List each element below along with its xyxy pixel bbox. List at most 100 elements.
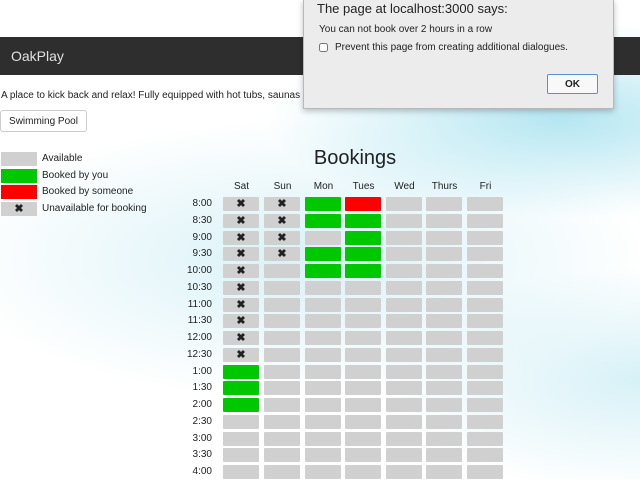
slot-available[interactable] (467, 281, 503, 295)
slot-available[interactable] (426, 365, 462, 379)
slot-available[interactable] (345, 314, 381, 328)
slot-booked-by-you[interactable] (223, 398, 259, 412)
slot-available[interactable] (386, 231, 422, 245)
slot-available[interactable] (305, 381, 341, 395)
slot-unavailable[interactable]: ✖ (264, 197, 300, 211)
slot-unavailable[interactable]: ✖ (223, 231, 259, 245)
slot-available[interactable] (426, 415, 462, 429)
slot-available[interactable] (386, 415, 422, 429)
slot-available[interactable] (305, 365, 341, 379)
slot-available[interactable] (264, 432, 300, 446)
slot-available[interactable] (467, 381, 503, 395)
slot-available[interactable] (426, 264, 462, 278)
slot-available[interactable] (386, 432, 422, 446)
slot-available[interactable] (264, 398, 300, 412)
slot-available[interactable] (305, 398, 341, 412)
slot-available[interactable] (386, 314, 422, 328)
slot-available[interactable] (345, 298, 381, 312)
slot-available[interactable] (426, 348, 462, 362)
slot-available[interactable] (426, 281, 462, 295)
slot-booked-by-you[interactable] (345, 231, 381, 245)
slot-booked-by-you[interactable] (223, 365, 259, 379)
slot-available[interactable] (426, 432, 462, 446)
slot-available[interactable] (264, 348, 300, 362)
slot-available[interactable] (467, 197, 503, 211)
slot-available[interactable] (264, 381, 300, 395)
slot-available[interactable] (467, 331, 503, 345)
slot-available[interactable] (426, 214, 462, 228)
slot-available[interactable] (345, 331, 381, 345)
slot-booked-by-you[interactable] (345, 264, 381, 278)
slot-available[interactable] (264, 465, 300, 479)
slot-available[interactable] (305, 298, 341, 312)
slot-available[interactable] (386, 465, 422, 479)
slot-unavailable[interactable]: ✖ (223, 298, 259, 312)
slot-available[interactable] (386, 298, 422, 312)
slot-available[interactable] (305, 281, 341, 295)
prevent-dialogs-label[interactable]: Prevent this page from creating addition… (335, 42, 568, 53)
slot-available[interactable] (264, 365, 300, 379)
slot-available[interactable] (467, 264, 503, 278)
slot-available[interactable] (386, 264, 422, 278)
slot-available[interactable] (467, 348, 503, 362)
slot-booked-by-you[interactable] (305, 264, 341, 278)
slot-booked-by-you[interactable] (305, 247, 341, 261)
slot-available[interactable] (467, 365, 503, 379)
slot-available[interactable] (345, 465, 381, 479)
slot-available[interactable] (223, 415, 259, 429)
slot-unavailable[interactable]: ✖ (223, 331, 259, 345)
slot-available[interactable] (426, 314, 462, 328)
slot-unavailable[interactable]: ✖ (223, 264, 259, 278)
slot-available[interactable] (467, 448, 503, 462)
slot-available[interactable] (305, 331, 341, 345)
brand-logo[interactable]: OakPlay (11, 48, 64, 64)
slot-unavailable[interactable]: ✖ (223, 281, 259, 295)
slot-available[interactable] (426, 398, 462, 412)
slot-available[interactable] (264, 314, 300, 328)
slot-booked-by-you[interactable] (345, 247, 381, 261)
slot-available[interactable] (386, 331, 422, 345)
slot-available[interactable] (345, 398, 381, 412)
slot-booked-by-you[interactable] (305, 197, 341, 211)
slot-available[interactable] (426, 298, 462, 312)
slot-available[interactable] (264, 264, 300, 278)
slot-available[interactable] (386, 365, 422, 379)
slot-available[interactable] (345, 281, 381, 295)
slot-available[interactable] (467, 432, 503, 446)
slot-available[interactable] (426, 331, 462, 345)
slot-available[interactable] (305, 231, 341, 245)
slot-unavailable[interactable]: ✖ (223, 214, 259, 228)
slot-available[interactable] (386, 448, 422, 462)
slot-booked-by-you[interactable] (345, 214, 381, 228)
slot-available[interactable] (345, 415, 381, 429)
slot-available[interactable] (386, 197, 422, 211)
slot-available[interactable] (305, 314, 341, 328)
slot-booked-by-you[interactable] (305, 214, 341, 228)
slot-unavailable[interactable]: ✖ (223, 197, 259, 211)
slot-available[interactable] (345, 348, 381, 362)
slot-available[interactable] (305, 415, 341, 429)
slot-unavailable[interactable]: ✖ (223, 348, 259, 362)
slot-available[interactable] (345, 432, 381, 446)
slot-available[interactable] (386, 381, 422, 395)
slot-available[interactable] (345, 381, 381, 395)
slot-available[interactable] (345, 365, 381, 379)
slot-available[interactable] (264, 298, 300, 312)
slot-available[interactable] (305, 348, 341, 362)
slot-available[interactable] (386, 348, 422, 362)
swimming-pool-button[interactable]: Swimming Pool (0, 110, 87, 132)
slot-available[interactable] (426, 448, 462, 462)
slot-available[interactable] (223, 448, 259, 462)
slot-available[interactable] (467, 314, 503, 328)
slot-available[interactable] (264, 448, 300, 462)
slot-available[interactable] (264, 331, 300, 345)
slot-available[interactable] (305, 465, 341, 479)
slot-unavailable[interactable]: ✖ (264, 247, 300, 261)
slot-available[interactable] (426, 381, 462, 395)
slot-available[interactable] (223, 432, 259, 446)
slot-available[interactable] (386, 281, 422, 295)
ok-button[interactable]: OK (547, 74, 598, 94)
slot-booked-by-someone[interactable] (345, 197, 381, 211)
slot-available[interactable] (386, 398, 422, 412)
slot-available[interactable] (467, 398, 503, 412)
